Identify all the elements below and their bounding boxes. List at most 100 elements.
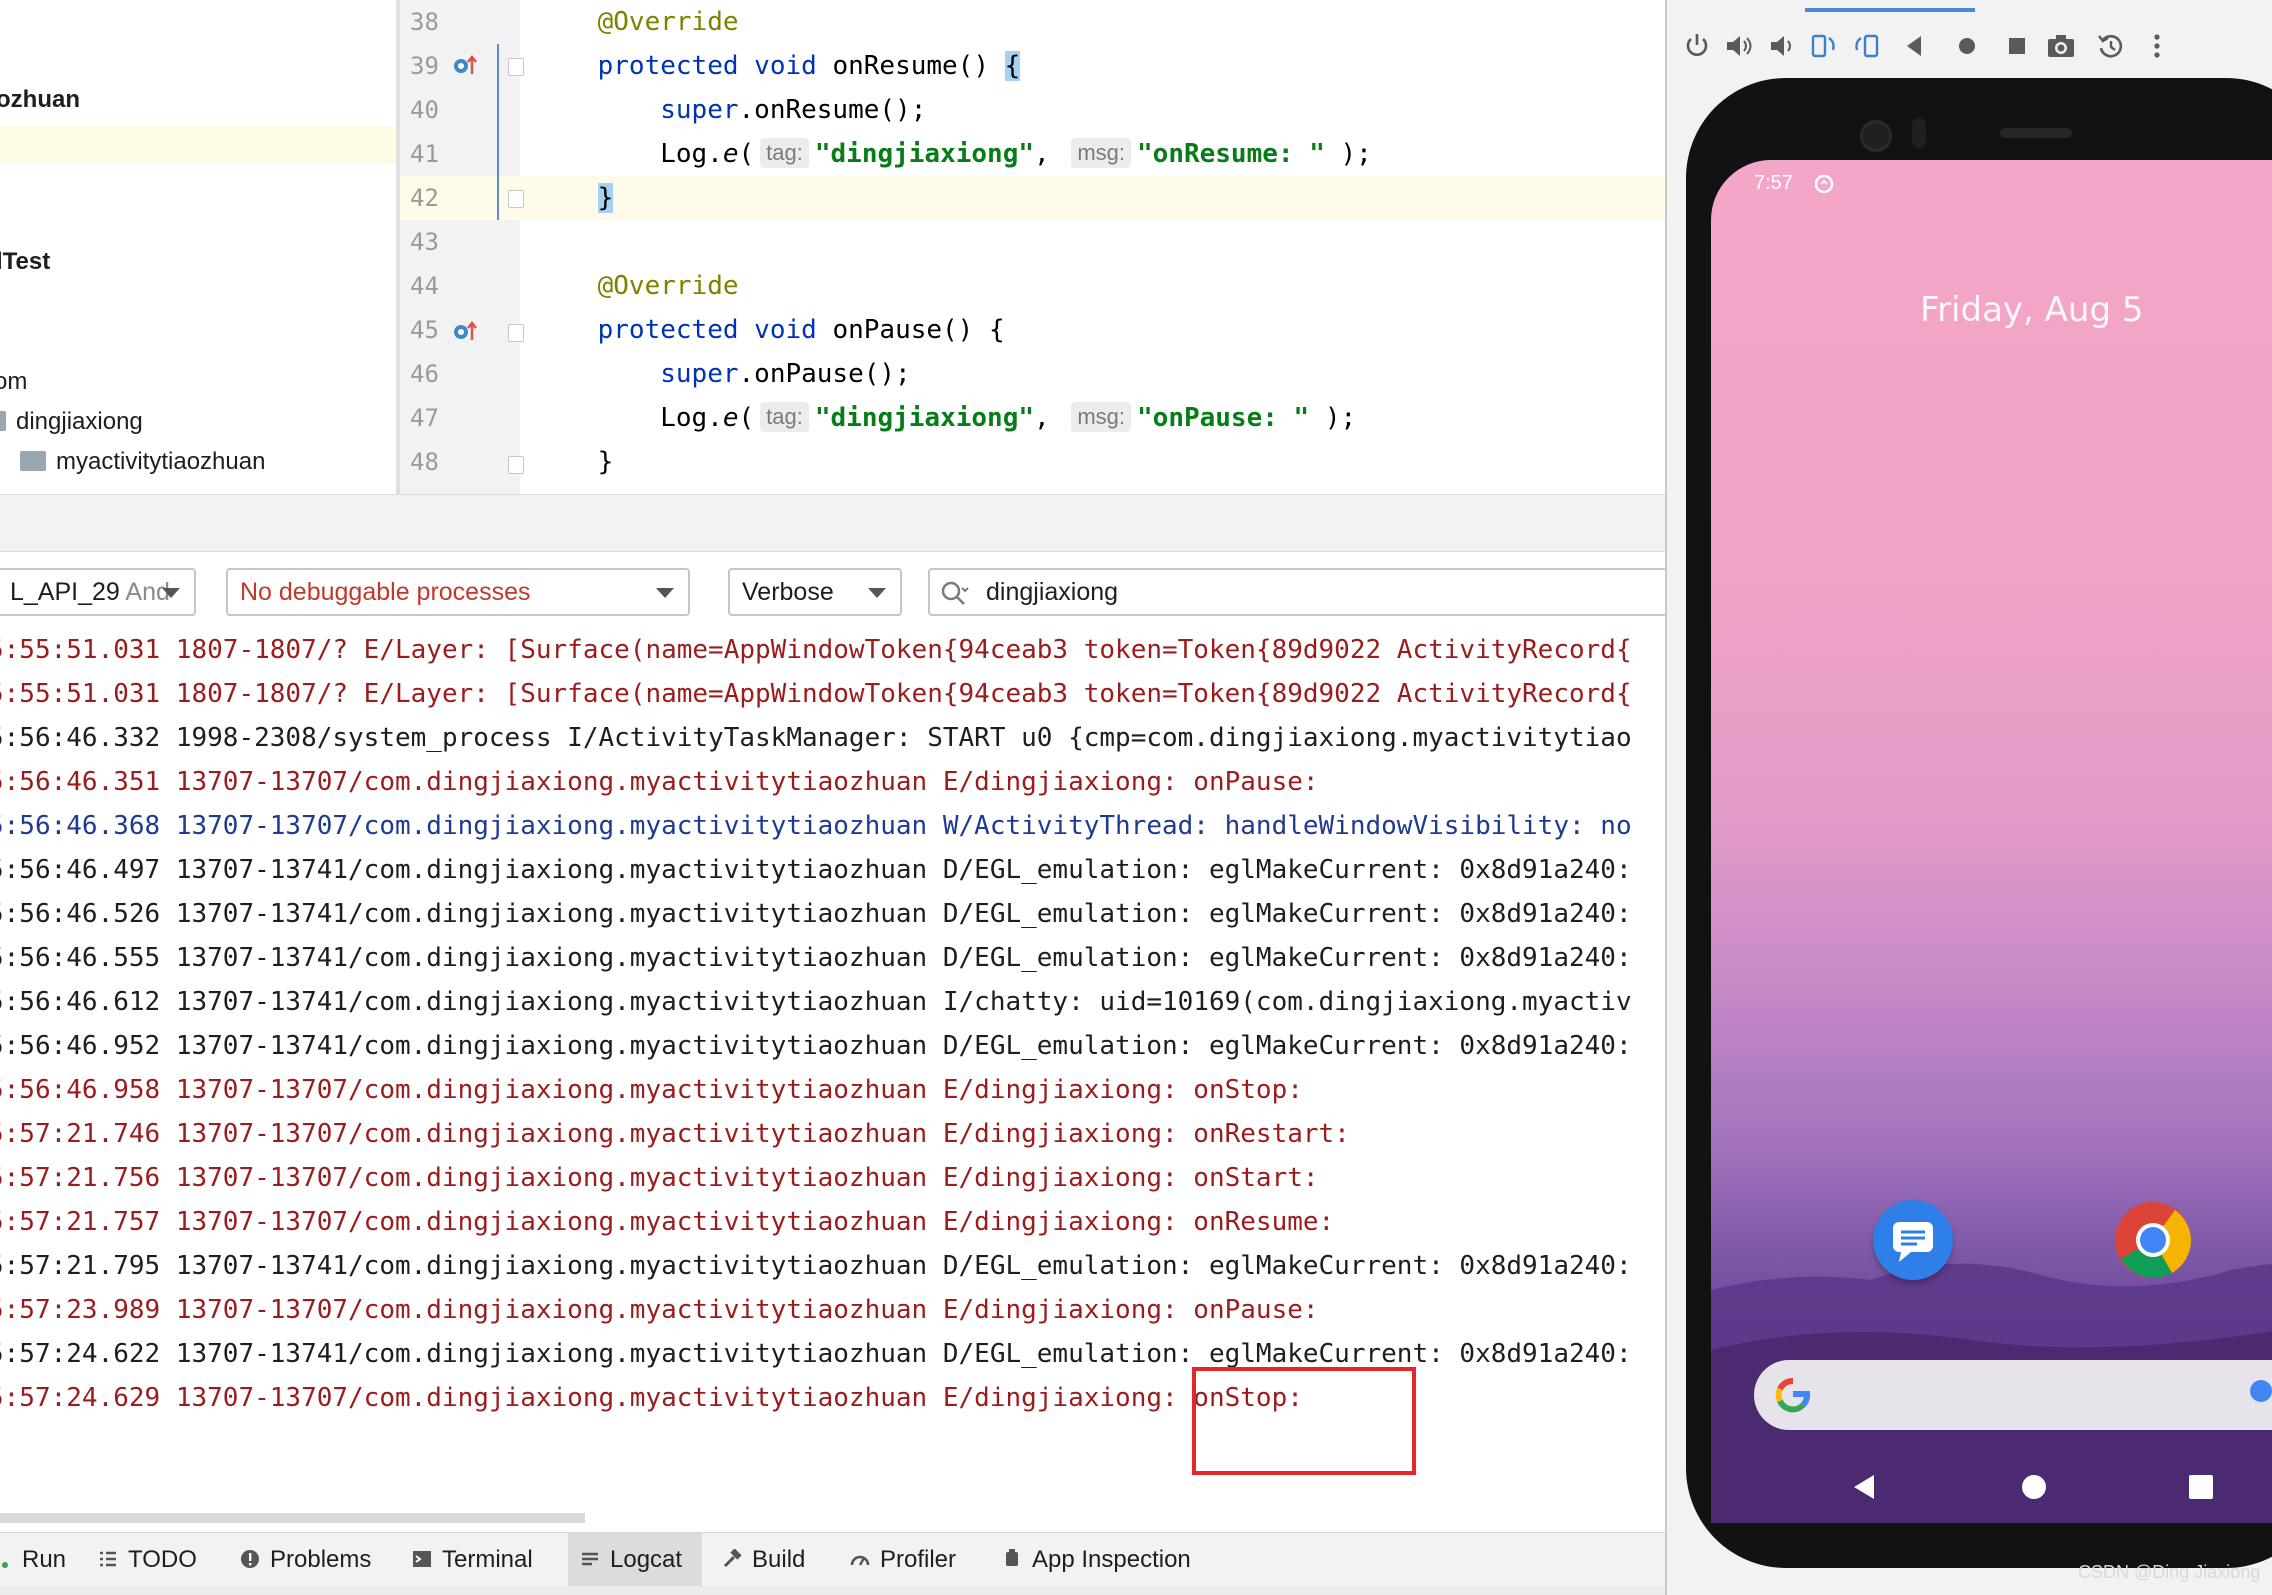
parameter-hint: msg: xyxy=(1071,401,1132,432)
code-line[interactable]: Log.e(tag: "dingjiaxiong", msg: "onPause: … xyxy=(535,396,1356,440)
logcat-output[interactable]: 5:55:51.031 1807-1807/? E/Layer: [Surfac… xyxy=(0,628,1665,1428)
tool-window-bar: Run TODO Problems Terminal Logcat Build … xyxy=(0,1532,1665,1587)
log-line[interactable]: 5:56:46.497 13707-13741/com.dingjiaxiong… xyxy=(0,848,1632,892)
package-folder-icon xyxy=(20,450,46,471)
log-line[interactable]: 5:56:46.555 13707-13741/com.dingjiaxiong… xyxy=(0,936,1632,980)
code-token: void xyxy=(754,50,817,81)
log-line[interactable]: 5:57:21.757 13707-13707/com.dingjiaxiong… xyxy=(0,1200,1334,1244)
hammer-icon xyxy=(723,1548,742,1567)
tree-item-android-test[interactable]: lTest xyxy=(0,248,50,276)
fold-marker-icon[interactable] xyxy=(508,456,524,474)
override-method-icon[interactable] xyxy=(452,52,480,78)
code-token: Log. xyxy=(535,402,723,433)
editor-logcat-splitter[interactable] xyxy=(0,494,1665,552)
tree-item-module[interactable]: ozhuan xyxy=(0,86,80,114)
log-line[interactable]: 5:55:51.031 1807-1807/? E/Layer: [Surfac… xyxy=(0,672,1632,716)
more-icon[interactable] xyxy=(2141,30,2173,62)
home-icon[interactable] xyxy=(1951,30,1983,62)
mic-icon[interactable] xyxy=(2250,1380,2272,1402)
code-line[interactable]: Log.e(tag: "dingjiaxiong", msg: "onResume:… xyxy=(535,132,1372,176)
tab-logcat[interactable]: Logcat xyxy=(568,1533,702,1587)
log-line[interactable]: 5:56:46.612 13707-13741/com.dingjiaxiong… xyxy=(0,980,1632,1024)
nav-back-icon[interactable] xyxy=(1850,1472,1880,1502)
code-line[interactable]: @Override xyxy=(535,264,739,308)
device-selector[interactable]: L_API_29 And xyxy=(0,568,196,616)
line-number: 47 xyxy=(410,403,439,432)
code-token: onResume() xyxy=(816,50,1005,81)
log-line[interactable]: 5:57:21.746 13707-13707/com.dingjiaxiong… xyxy=(0,1112,1350,1156)
tab-terminal[interactable]: Terminal xyxy=(412,1533,533,1587)
nav-recents-icon[interactable] xyxy=(2189,1475,2213,1499)
log-line[interactable]: 5:57:21.756 13707-13707/com.dingjiaxiong… xyxy=(0,1156,1319,1200)
code-line[interactable]: } xyxy=(535,440,614,484)
code-line[interactable]: protected void onPause() { xyxy=(535,308,1005,352)
volume-up-icon[interactable] xyxy=(1723,30,1755,62)
line-number: 38 xyxy=(410,8,439,36)
code-token: e xyxy=(722,402,739,433)
code-line[interactable]: super.onPause(); xyxy=(535,352,910,396)
log-line[interactable]: 5:57:21.795 13707-13741/com.dingjiaxiong… xyxy=(0,1244,1632,1288)
camera-icon[interactable] xyxy=(2045,30,2077,62)
code-line[interactable]: super.onResume(); xyxy=(535,88,926,132)
horizontal-scrollbar[interactable] xyxy=(0,1513,585,1523)
code-line[interactable]: @Override xyxy=(535,0,739,44)
line-number: 46 xyxy=(410,359,439,388)
tab-todo[interactable]: TODO xyxy=(98,1533,197,1587)
code-line[interactable]: protected void onResume() { xyxy=(535,44,1021,88)
tab-problems[interactable]: Problems xyxy=(240,1533,371,1587)
fold-marker-icon[interactable] xyxy=(508,58,524,76)
tree-item-package-com[interactable]: om xyxy=(0,368,27,396)
tab-build[interactable]: Build xyxy=(722,1533,805,1587)
line-number: 43 xyxy=(410,227,439,256)
process-selector[interactable]: No debuggable processes xyxy=(226,568,690,616)
code-line[interactable]: } xyxy=(535,176,614,220)
tree-item-package-myactivitytiaozhuan[interactable]: myactivitytiaozhuan xyxy=(20,448,265,476)
chevron-down-icon xyxy=(162,588,180,598)
code-token: Log. xyxy=(535,138,723,169)
log-line[interactable]: 5:56:46.958 13707-13707/com.dingjiaxiong… xyxy=(0,1068,1303,1112)
code-token: "onPause: " xyxy=(1137,402,1310,433)
nav-home-icon[interactable] xyxy=(2022,1475,2046,1499)
code-token: onPause() { xyxy=(816,314,1005,345)
fold-marker-icon[interactable] xyxy=(508,324,524,342)
overview-icon[interactable] xyxy=(2001,30,2033,62)
logcat-filter-input[interactable]: dingjiaxiong xyxy=(928,568,1678,616)
log-line[interactable]: 5:56:46.526 13707-13741/com.dingjiaxiong… xyxy=(0,892,1632,936)
tab-app-inspection[interactable]: App Inspection xyxy=(1002,1533,1191,1587)
log-line[interactable]: 5:57:24.629 13707-13707/com.dingjiaxiong… xyxy=(0,1376,1303,1420)
snapshot-icon[interactable] xyxy=(2095,30,2127,62)
log-level-selector[interactable]: Verbose xyxy=(728,568,902,616)
code-token: void xyxy=(754,314,817,345)
volume-down-icon[interactable] xyxy=(1765,30,1797,62)
chevron-down-icon xyxy=(656,588,674,598)
override-method-icon[interactable] xyxy=(452,318,480,344)
tab-profiler[interactable]: Profiler xyxy=(850,1533,956,1587)
log-line[interactable]: 5:56:46.368 13707-13707/com.dingjiaxiong… xyxy=(0,804,1632,848)
tree-item-package-dingjiaxiong[interactable]: dingjiaxiong xyxy=(0,408,143,436)
messages-app-icon[interactable] xyxy=(1873,1200,1953,1280)
rotate-right-icon[interactable] xyxy=(1851,30,1883,62)
log-line[interactable]: 5:57:24.629 13707-13707/com.dingjiaxiong… xyxy=(0,1420,1350,1428)
log-line[interactable]: 5:56:46.952 13707-13741/com.dingjiaxiong… xyxy=(0,1024,1632,1068)
code-token: "dingjiaxiong" xyxy=(814,402,1035,433)
log-line[interactable]: 5:57:23.989 13707-13707/com.dingjiaxiong… xyxy=(0,1288,1319,1332)
power-icon[interactable] xyxy=(1681,30,1713,62)
earpiece xyxy=(2000,128,2072,138)
code-token: ); xyxy=(1324,138,1372,169)
fold-marker-icon[interactable] xyxy=(508,190,524,208)
rotate-left-icon[interactable] xyxy=(1807,30,1839,62)
logcat-icon xyxy=(582,1552,598,1565)
chevron-down-icon xyxy=(868,588,886,598)
parameter-hint: tag: xyxy=(760,401,809,432)
google-search-bar[interactable] xyxy=(1754,1360,2272,1430)
log-line[interactable]: 5:56:46.332 1998-2308/system_process I/A… xyxy=(0,716,1632,760)
code-token: @Override xyxy=(597,270,739,301)
back-icon[interactable] xyxy=(1899,30,1931,62)
log-line[interactable]: 5:56:46.351 13707-13707/com.dingjiaxiong… xyxy=(0,760,1319,804)
lockscreen-date: Friday, Aug 5 xyxy=(1920,290,2144,330)
tab-run[interactable]: Run xyxy=(2,1533,66,1587)
log-line[interactable]: 5:55:51.031 1807-1807/? E/Layer: [Surfac… xyxy=(0,628,1632,672)
chrome-app-icon[interactable] xyxy=(2113,1200,2193,1280)
